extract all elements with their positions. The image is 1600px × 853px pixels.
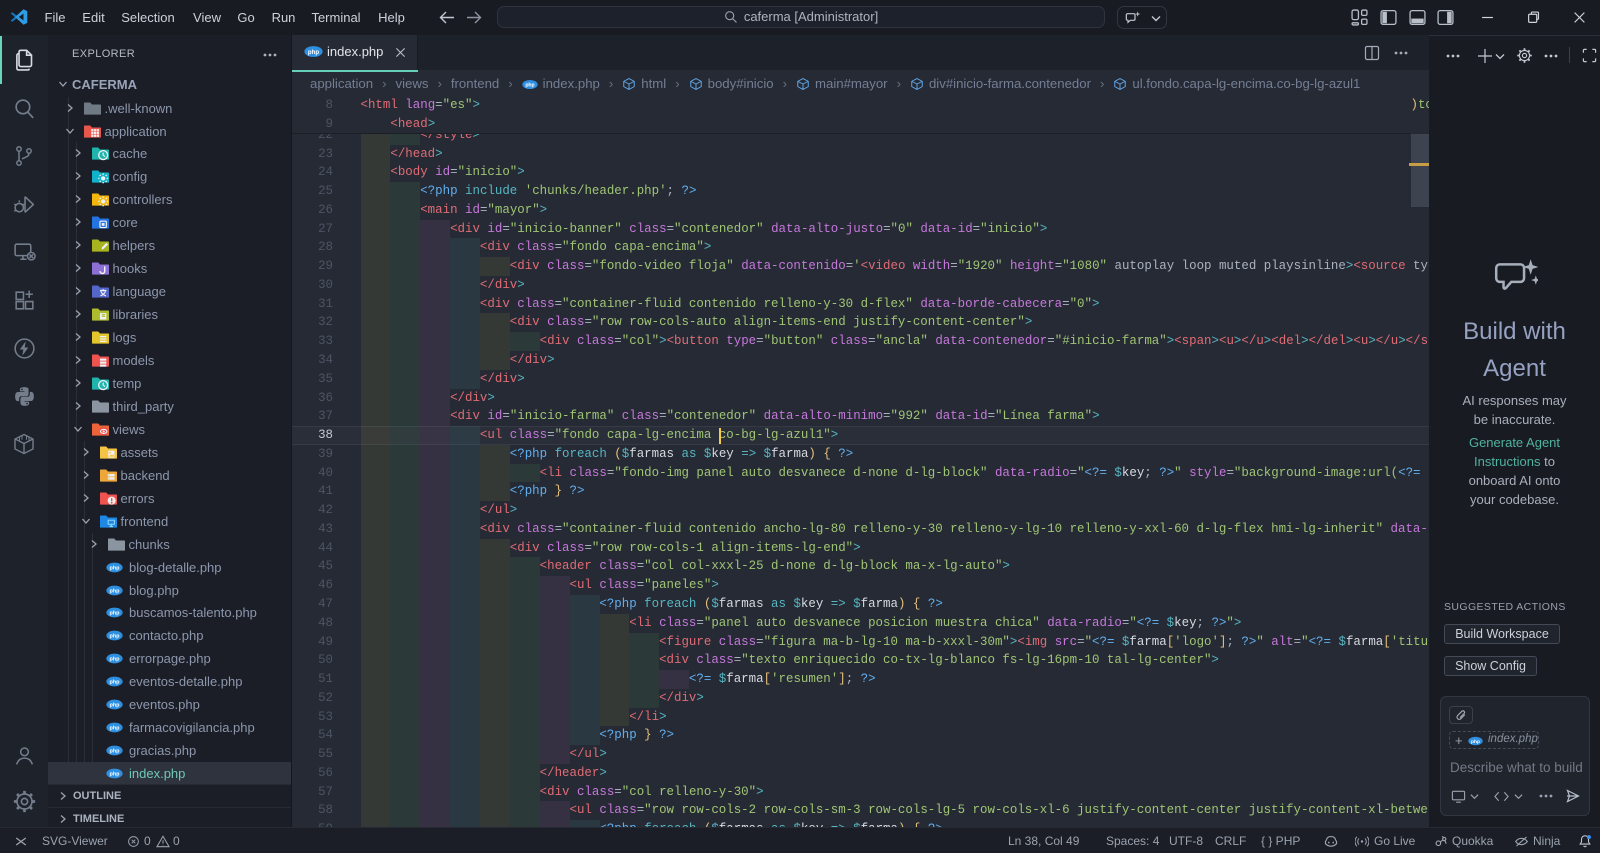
svg-text:php: php bbox=[110, 726, 121, 732]
svg-text:php: php bbox=[110, 634, 121, 640]
svg-text:php: php bbox=[1471, 739, 1480, 745]
svg-text:php: php bbox=[525, 82, 534, 88]
svg-text:php: php bbox=[110, 680, 121, 686]
svg-text:php: php bbox=[308, 49, 319, 56]
svg-text:php: php bbox=[110, 657, 121, 663]
svg-text:php: php bbox=[110, 703, 121, 709]
svg-text:php: php bbox=[110, 588, 121, 594]
svg-text:php: php bbox=[110, 565, 121, 571]
svg-text:php: php bbox=[110, 611, 121, 617]
svg-text:php: php bbox=[110, 772, 121, 778]
svg-text:php: php bbox=[110, 749, 121, 755]
